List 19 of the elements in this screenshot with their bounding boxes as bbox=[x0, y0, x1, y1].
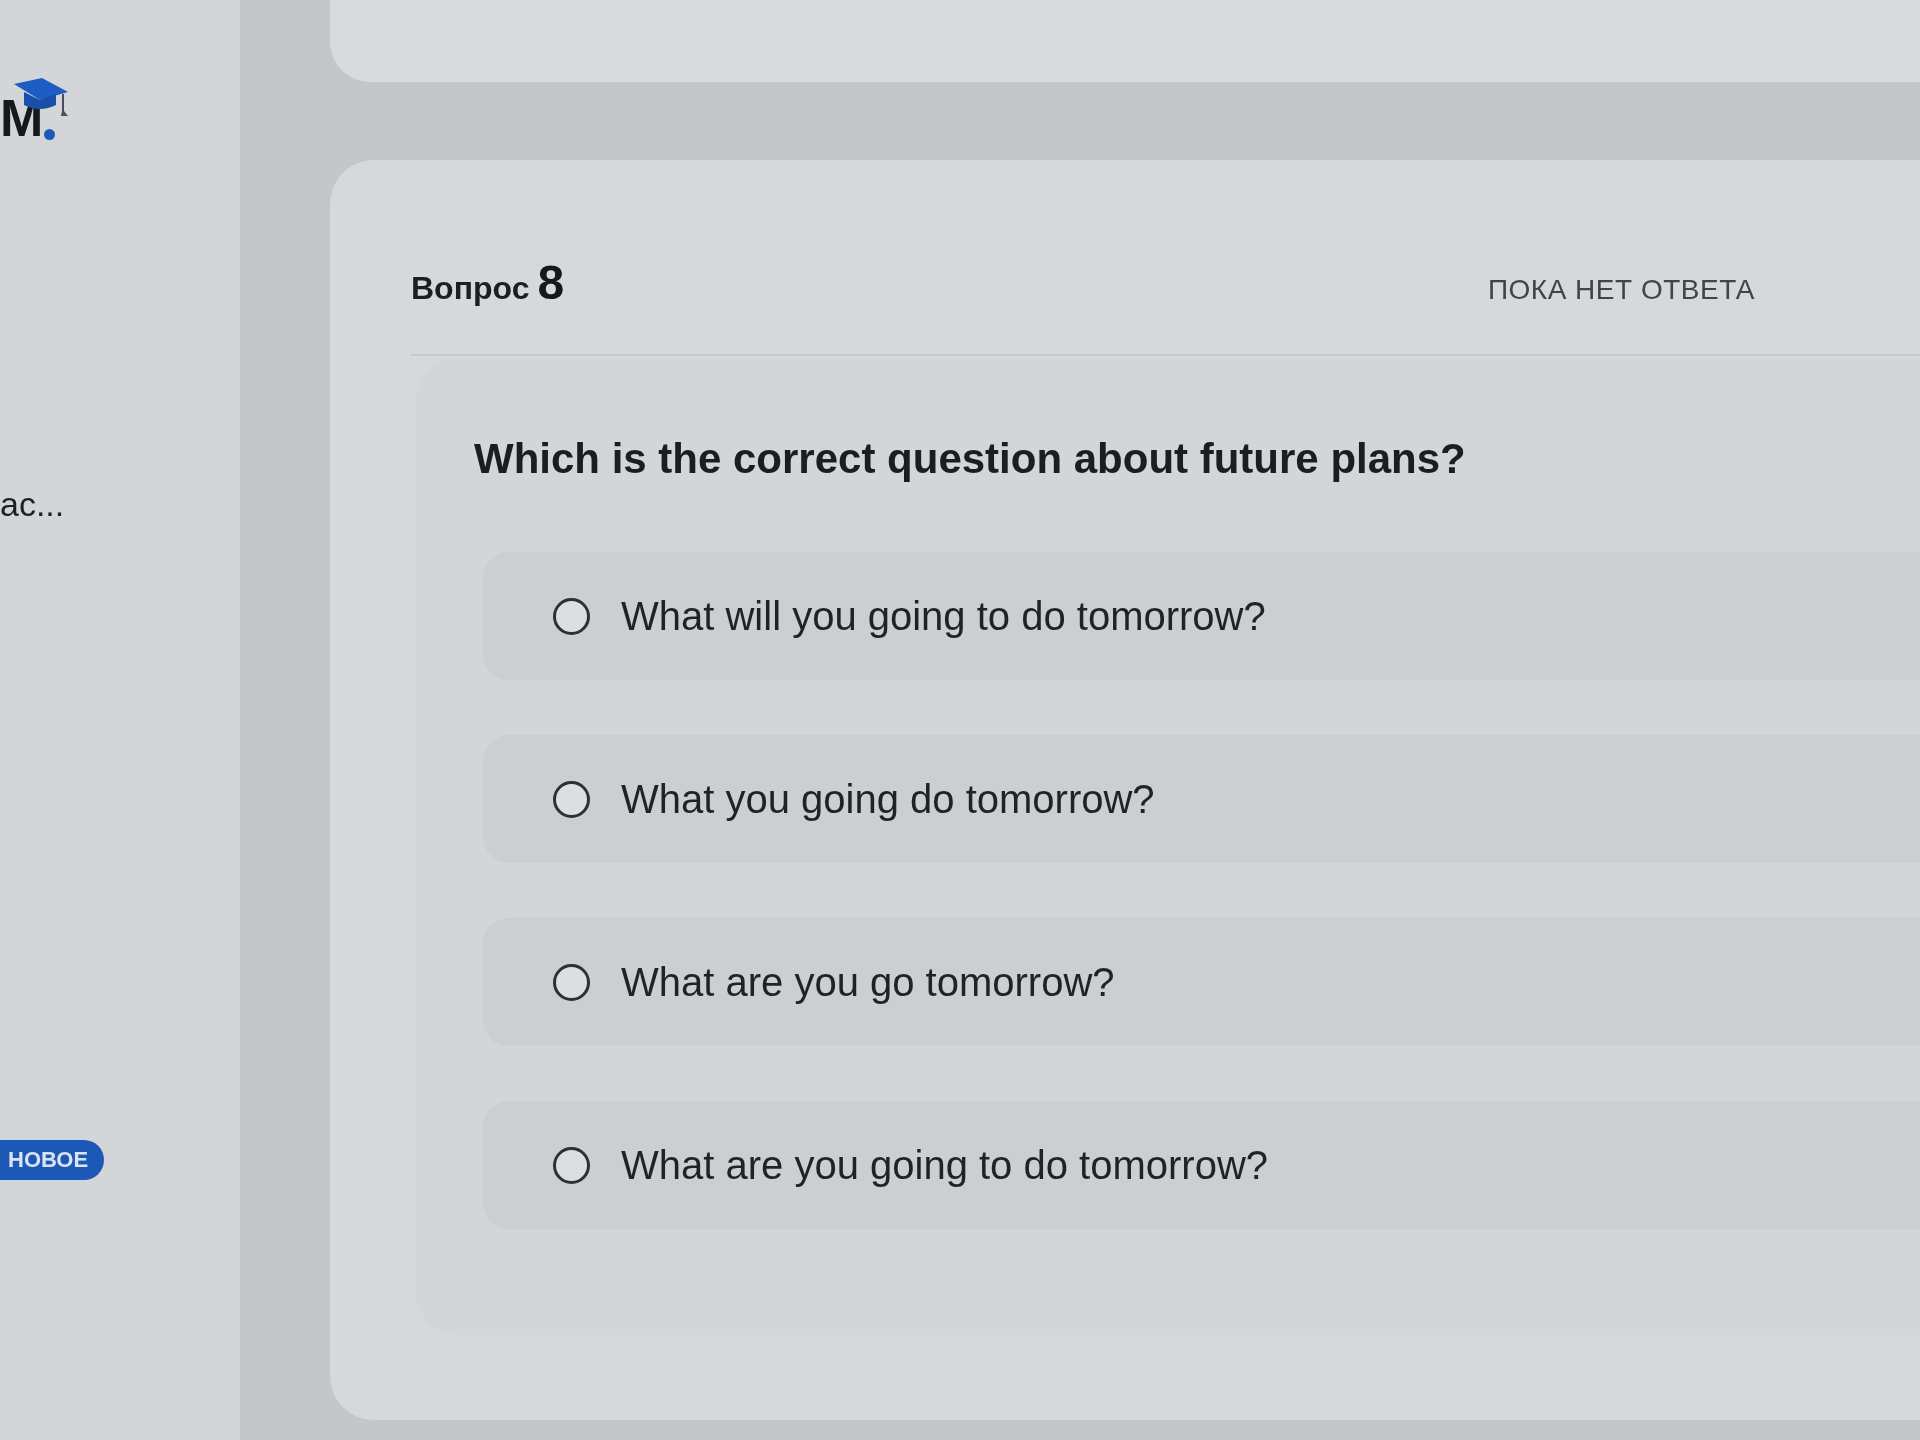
answer-option[interactable]: What will you going to do tomorrow? bbox=[483, 552, 1920, 681]
new-badge: НОВОЕ bbox=[0, 1139, 105, 1180]
dot-icon bbox=[44, 129, 56, 140]
answer-option[interactable]: What you going do tomorrow? bbox=[483, 735, 1920, 864]
question-number: 8 bbox=[537, 255, 565, 310]
answer-status: ПОКА НЕТ ОТВЕТА bbox=[1487, 274, 1755, 306]
option-text: What are you go tomorrow? bbox=[621, 959, 1115, 1005]
question-text: Which is the correct question about future plans? bbox=[474, 434, 1467, 484]
answer-option[interactable]: What are you going to do tomorrow? bbox=[483, 1101, 1920, 1230]
option-text: What you going do tomorrow? bbox=[621, 776, 1155, 822]
radio-icon[interactable] bbox=[553, 963, 590, 1001]
radio-icon[interactable] bbox=[553, 597, 590, 635]
option-text: What will you going to do tomorrow? bbox=[621, 593, 1266, 639]
radio-icon[interactable] bbox=[553, 1146, 590, 1184]
answer-option[interactable]: What are you go tomorrow? bbox=[483, 918, 1920, 1047]
radio-icon[interactable] bbox=[553, 780, 590, 818]
nav-item[interactable]: ас... bbox=[0, 484, 240, 525]
question-label: Вопрос bbox=[411, 270, 530, 307]
option-text: What are you going to do tomorrow? bbox=[621, 1142, 1268, 1188]
